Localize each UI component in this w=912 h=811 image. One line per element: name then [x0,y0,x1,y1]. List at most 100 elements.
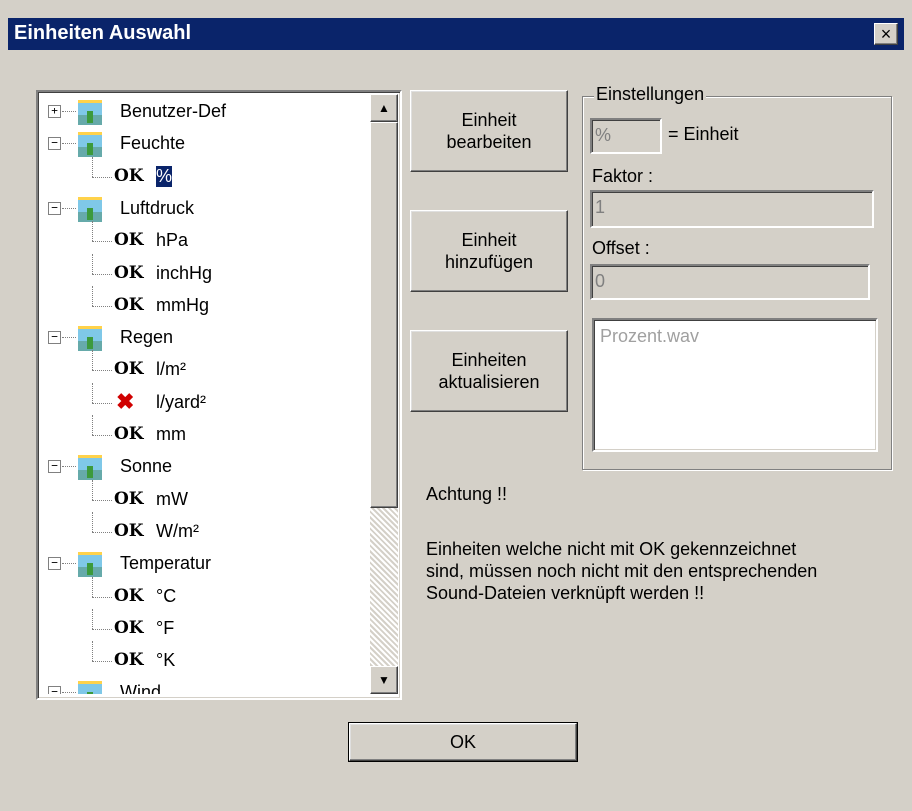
tree-connector [62,143,76,145]
tree-connector [62,692,76,694]
tree-category-label: Wind [120,682,162,694]
collapse-icon[interactable]: − [48,331,61,345]
folder-icon [78,552,102,578]
collapse-icon[interactable]: − [48,686,61,694]
tree-unit-label: l/yard² [156,391,207,412]
tree-category-label: Temperatur [120,553,212,574]
title-bar[interactable]: Einheiten Auswahl × [8,18,904,50]
tree-unit-row[interactable]: OK hPa [40,221,366,257]
ok-button[interactable]: OK [348,722,578,762]
ok-status-marker: OK [114,488,144,509]
not-linked-icon: ✖ [116,388,135,414]
tree-content: + Benutzer-Def − Feuchte OK% − Luftdruck OK hPa O… [40,94,366,694]
ok-status-marker: OK [114,617,144,638]
tree-unit-label: hPa [156,230,189,251]
ok-status-marker: OK [114,424,144,444]
collapse-icon[interactable]: − [48,557,61,571]
offset-field[interactable]: 0 [590,264,870,300]
tree-unit-row[interactable]: OK W/m² [40,511,366,548]
ok-status-marker: OK [114,520,144,541]
tree-category-row[interactable]: − Feuchte [40,128,366,160]
tree-category-label: Regen [120,327,174,348]
expand-icon[interactable]: + [48,105,61,118]
offset-label: Offset : [592,238,650,258]
tree-category-label: Sonne [120,456,173,477]
tree-unit-label: °K [156,650,176,671]
ok-status-marker: OK [114,230,144,251]
tree-connector [62,563,76,565]
scroll-thumb[interactable] [370,122,398,508]
tree-category-label: Luftdruck [120,197,195,218]
add-unit-button[interactable]: Einheit hinzufügen [410,210,568,292]
close-button[interactable]: × [874,23,898,45]
unit-field[interactable]: % [590,118,662,154]
tree-connector [92,273,112,275]
tree-unit-row[interactable]: OK inchHg [40,253,366,290]
tree-unit-row[interactable]: OK mm [40,415,366,451]
ok-status-marker: OK [114,165,144,186]
collapse-icon[interactable]: − [48,201,61,215]
folder-icon [78,132,102,158]
tree-unit-row[interactable]: OK mW [40,479,366,516]
folder-icon [78,326,102,352]
tree-connector [92,576,93,597]
tree-connector [92,285,93,306]
ok-status-marker: OK [114,262,144,283]
tree-scrollbar[interactable]: ▲ ▼ [370,94,398,694]
tree-unit-row[interactable]: OK l/m² [40,350,366,386]
tree-unit-row[interactable]: OK °C [40,576,366,613]
tree-connector [92,370,112,372]
factor-field[interactable]: 1 [590,190,874,228]
folder-icon [78,196,102,222]
collapse-icon[interactable]: − [48,137,61,151]
collapse-icon[interactable]: − [48,460,61,474]
tree-unit-row[interactable]: OK% [40,156,366,193]
tree-connector [92,253,93,274]
warning-text: Einheiten welche nicht mit OK gekennzeic… [426,539,818,603]
tree-connector [92,176,112,178]
tree-connector [92,402,112,404]
unit-suffix-label: = Einheit [668,124,739,144]
tree-unit-row[interactable]: ✖ l/yard² [40,382,366,419]
tree-category-row[interactable]: − Luftdruck [40,193,366,225]
tree-connector [62,207,76,209]
settings-legend: Einstellungen [594,84,707,105]
ok-status-marker: OK [114,585,144,606]
unit-tree-view[interactable]: + Benutzer-Def − Feuchte OK% − Luftdruck OK hPa O… [36,90,402,700]
tree-connector [92,511,93,532]
tree-connector [92,415,93,435]
tree-category-row[interactable]: − Temperatur [40,548,366,580]
tree-category-row[interactable]: + Benutzer-Def [40,96,366,128]
tree-category-row[interactable]: − Wind [40,677,366,694]
scroll-down-button[interactable]: ▼ [370,666,398,694]
scroll-up-button[interactable]: ▲ [370,94,398,122]
tree-unit-label: °F [156,617,175,638]
tree-connector [92,241,112,243]
tree-connector [92,435,112,436]
tree-unit-label: inchHg [156,262,213,283]
folder-icon [78,100,102,125]
tree-connector [92,531,112,533]
tree-connector [92,596,112,598]
tree-category-row[interactable]: − Sonne [40,451,366,483]
tree-unit-label: mW [156,488,188,509]
factor-label: Faktor : [592,166,654,186]
tree-category-row[interactable]: − Regen [40,322,366,354]
warning-title: Achtung !! [426,484,508,504]
tree-unit-row[interactable]: OK °F [40,608,366,645]
tree-category-label: Feuchte [120,133,186,154]
tree-connector [92,641,93,662]
tree-unit-label: °C [156,585,177,606]
update-units-button[interactable]: Einheiten aktualisieren [410,330,568,412]
window-title: Einheiten Auswahl [14,22,192,44]
tree-unit-row[interactable]: OK °K [40,641,366,677]
tree-unit-row[interactable]: OK mmHg [40,285,366,322]
tree-unit-label: mm [156,424,186,444]
sound-file-item[interactable]: Prozent.wav [600,326,699,346]
edit-unit-button[interactable]: Einheit bearbeiten [410,90,568,172]
tree-connector [92,479,93,500]
dialog-window: Einheiten Auswahl × + Benutzer-Def − Feucht… [0,0,912,811]
tree-unit-label: mmHg [156,294,209,315]
sound-file-list[interactable]: Prozent.wav [592,318,878,452]
tree-unit-label: % [156,165,173,187]
